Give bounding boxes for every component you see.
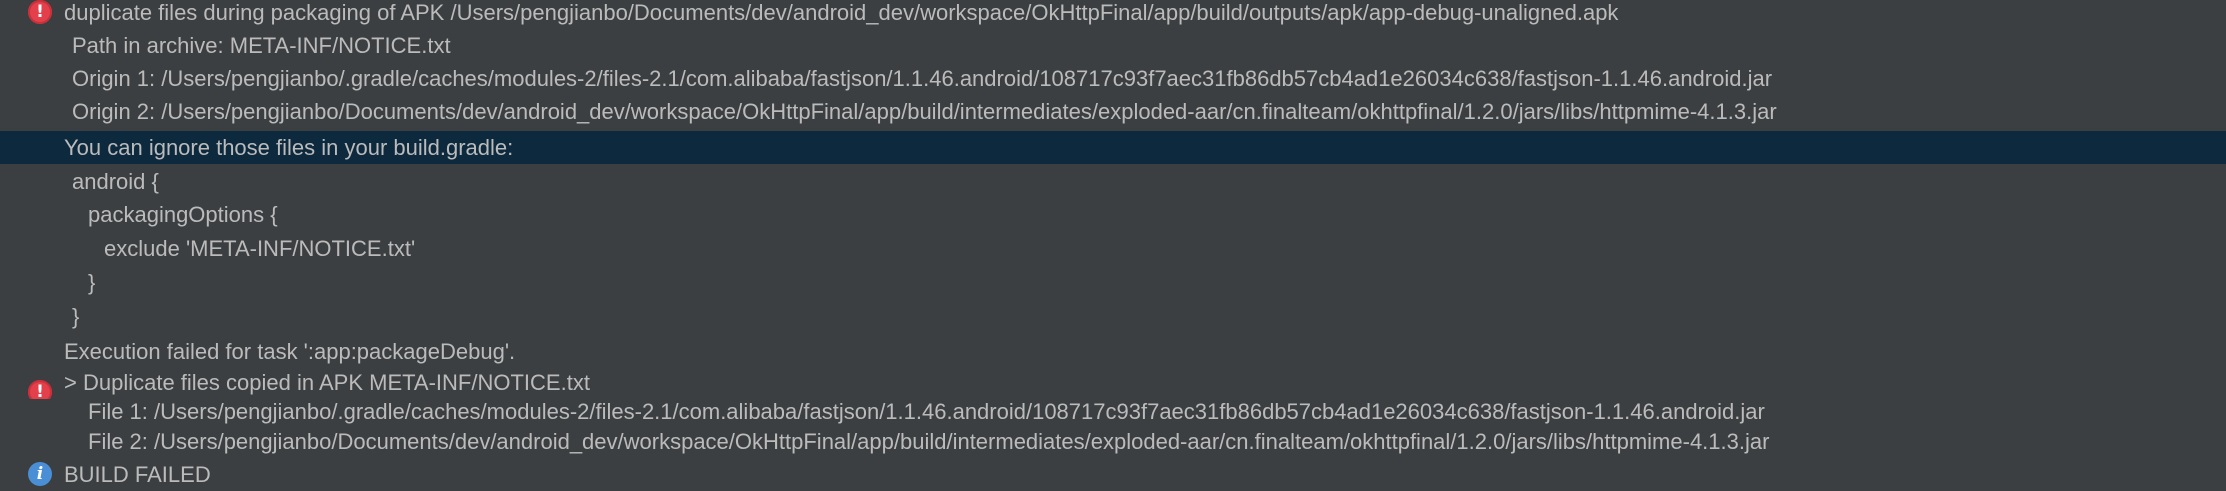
console-line[interactable]: } [0, 300, 2226, 333]
console-line[interactable]: Execution failed for task ':app:packageD… [0, 335, 2226, 368]
console-line[interactable]: exclude 'META-INF/NOTICE.txt' [0, 232, 2226, 265]
console-line-text: duplicate files during packaging of APK … [64, 0, 1619, 25]
console-line-text: } [88, 270, 96, 295]
console-line-text: android { [72, 169, 159, 194]
console-line-text: packagingOptions { [88, 202, 278, 227]
console-line-text: Execution failed for task ':app:packageD… [64, 339, 516, 364]
gradle-messages-console: ! duplicate files during packaging of AP… [0, 0, 2226, 490]
console-line-text: } [72, 304, 80, 329]
console-line-text: File 1: /Users/pengjianbo/.gradle/caches… [88, 399, 1765, 424]
console-line[interactable]: Origin 2: /Users/pengjianbo/Documents/de… [0, 95, 2226, 128]
console-line-text: File 2: /Users/pengjianbo/Documents/dev/… [88, 429, 1770, 454]
console-line-text: BUILD FAILED [64, 462, 211, 487]
console-line[interactable]: Path in archive: META-INF/NOTICE.txt [0, 29, 2226, 62]
console-line[interactable]: Origin 1: /Users/pengjianbo/.gradle/cach… [0, 62, 2226, 95]
console-line[interactable]: File 2: /Users/pengjianbo/Documents/dev/… [0, 425, 2226, 458]
console-line-selected[interactable]: You can ignore those files in your build… [0, 131, 2226, 164]
console-line-build-failed[interactable]: i BUILD FAILED [0, 458, 2226, 491]
error-icon: ! [28, 0, 52, 24]
console-line[interactable]: } [0, 266, 2226, 299]
console-line-error-duplicate-files[interactable]: ! duplicate files during packaging of AP… [0, 0, 2226, 29]
console-line-text: exclude 'META-INF/NOTICE.txt' [104, 236, 416, 261]
console-line[interactable]: packagingOptions { [0, 198, 2226, 231]
console-line-text: Path in archive: META-INF/NOTICE.txt [72, 33, 451, 58]
console-line-text: Origin 2: /Users/pengjianbo/Documents/de… [72, 99, 1777, 124]
console-line[interactable]: File 1: /Users/pengjianbo/.gradle/caches… [0, 395, 2226, 428]
info-icon: i [28, 462, 52, 486]
console-line[interactable]: android { [0, 165, 2226, 198]
console-line-text: Origin 1: /Users/pengjianbo/.gradle/cach… [72, 66, 1773, 91]
console-line-text: You can ignore those files in your build… [64, 135, 514, 160]
